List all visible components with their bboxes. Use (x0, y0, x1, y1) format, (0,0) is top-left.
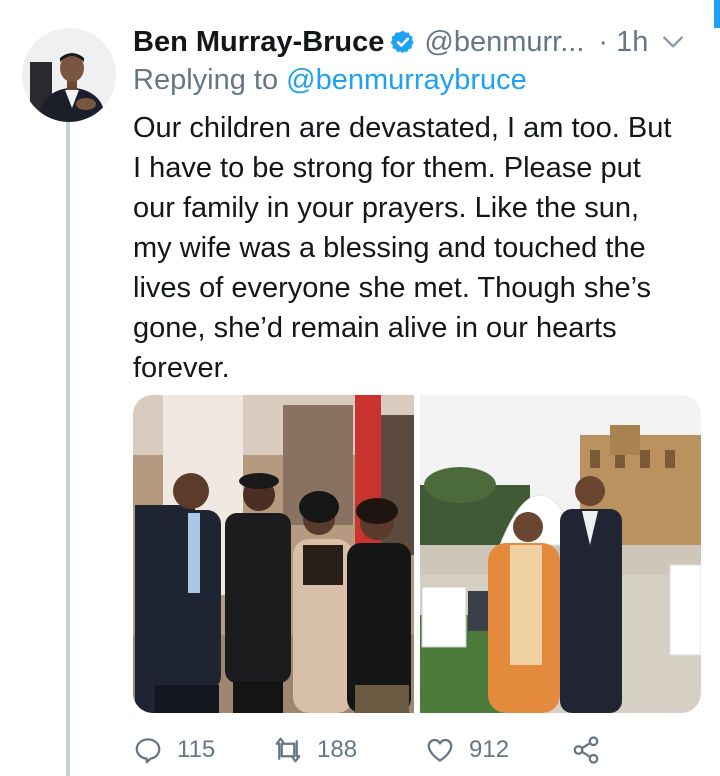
share-button[interactable] (571, 730, 601, 770)
tweet-text-line: I have to be strong for them. Please put (133, 152, 641, 184)
tweet-text-line: gone, she’d remain alive in our hearts (133, 312, 617, 344)
author-handle[interactable]: @benmurr... (424, 26, 584, 59)
verified-badge-icon (390, 30, 415, 54)
couple-outdoor-photo (420, 395, 701, 713)
retweet-count: 188 (317, 736, 358, 763)
retweet-icon (275, 737, 301, 763)
media-grid (133, 395, 701, 713)
tweet-text-line: lives of everyone she met. Though she’s (133, 272, 652, 304)
share-icon (573, 736, 599, 764)
tweet-text-line: my wife was a blessing and touched the (133, 232, 646, 264)
timestamp[interactable]: · 1h (598, 26, 648, 59)
tweet-text: Our children are devastated, I am too. B… (133, 108, 703, 388)
time-value: 1h (616, 25, 649, 58)
tweet-header: Ben Murray-Bruce @benmurr... · 1h (133, 22, 708, 62)
reply-mention-link[interactable]: @benmurraybruce (286, 64, 527, 96)
tweet-text-line: Our children are devastated, I am too. B… (133, 112, 672, 144)
reply-context: Replying to @benmurraybruce (133, 64, 527, 97)
reply-count: 115 (177, 736, 216, 763)
reply-icon (135, 738, 161, 764)
tweet-text-line: our family in your prayers. Like the sun… (133, 192, 640, 224)
reply-prefix: Replying to (133, 64, 279, 96)
tweet-text-line: forever. (133, 352, 230, 384)
media-photo-family-group[interactable] (133, 395, 414, 713)
retweet-button[interactable]: 188 (273, 730, 357, 770)
chevron-down-icon[interactable] (660, 29, 686, 55)
thread-connector-line (66, 122, 70, 776)
reply-button[interactable]: 115 (133, 730, 215, 770)
like-button[interactable]: 912 (425, 730, 509, 770)
scroll-indicator (714, 0, 720, 28)
author-name[interactable]: Ben Murray-Bruce (133, 26, 384, 59)
like-count: 912 (469, 736, 510, 763)
avatar[interactable] (22, 28, 116, 122)
tweet-actions: 115 188 912 (133, 730, 613, 770)
avatar-image (22, 28, 116, 122)
media-photo-couple-outdoor[interactable] (420, 395, 701, 713)
like-icon (427, 738, 453, 762)
time-separator: · (598, 25, 609, 58)
family-group-photo (133, 395, 414, 713)
